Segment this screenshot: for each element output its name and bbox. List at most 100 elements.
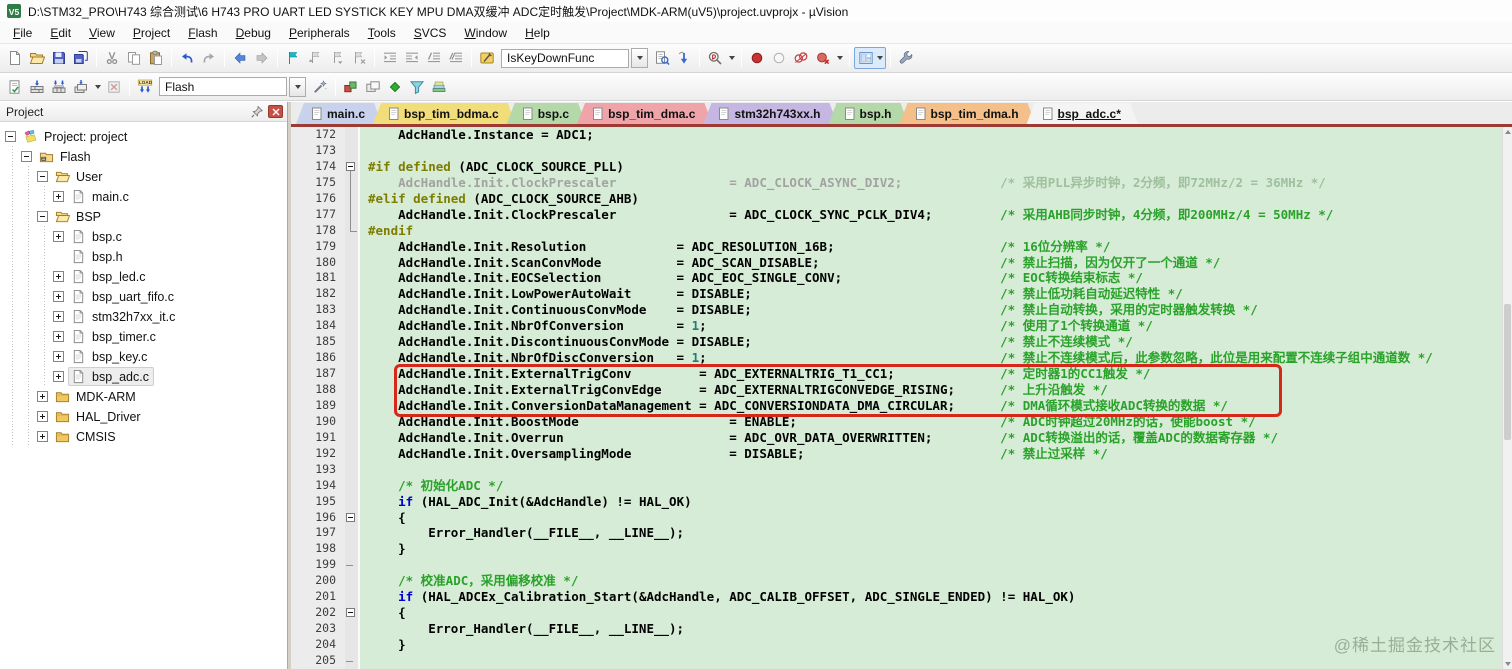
bookmark-toggle-icon[interactable]	[282, 47, 304, 69]
breakpoint-kill-all-icon[interactable]	[812, 47, 834, 69]
window-stack-icon[interactable]	[362, 76, 384, 98]
tree-item-label[interactable]: CMSIS	[76, 429, 116, 444]
editor-scrollbar[interactable]	[1502, 127, 1512, 669]
tree-item-bsp-c[interactable]: bsp.c	[0, 226, 287, 246]
tree-expander[interactable]	[37, 170, 48, 182]
search-icon[interactable]	[704, 47, 726, 69]
load-icon[interactable]: LOAD	[134, 76, 156, 98]
code-line[interactable]: 197 Error_Handler(__FILE__, __LINE__);	[291, 525, 1502, 542]
tab-stm32h743xx-h[interactable]: stm32h743xx.h	[703, 103, 837, 124]
tab-main-c[interactable]: main.c	[296, 103, 382, 124]
dropdown-caret-icon[interactable]	[726, 47, 737, 69]
save-icon[interactable]	[48, 47, 70, 69]
menu-item-peripherals[interactable]: Peripherals	[280, 23, 359, 43]
stop-build-icon[interactable]	[103, 76, 125, 98]
code-line[interactable]: 193	[291, 461, 1502, 478]
code-line[interactable]: 173	[291, 142, 1502, 159]
code-line[interactable]: 185 AdcHandle.Init.DiscontinuousConvMode…	[291, 334, 1502, 351]
breakpoint-enable-icon[interactable]	[768, 47, 790, 69]
tree-item-main-c[interactable]: main.c	[0, 186, 287, 206]
tree-item-label[interactable]: HAL_Driver	[76, 409, 141, 424]
bookmark-next-icon[interactable]	[326, 47, 348, 69]
tree-expander[interactable]	[53, 290, 64, 302]
project-diamond-icon[interactable]	[384, 76, 406, 98]
code-line[interactable]: 184 AdcHandle.Init.NbrOfConversion = 1; …	[291, 318, 1502, 335]
function-select-value[interactable]: IsKeyDownFunc	[501, 48, 629, 68]
functions-icon[interactable]	[476, 47, 498, 69]
tree-item-label[interactable]: BSP	[76, 209, 101, 224]
code-line[interactable]: 172 AdcHandle.Instance = ADC1;	[291, 127, 1502, 143]
cut-icon[interactable]	[101, 47, 123, 69]
tree-item-bsp[interactable]: BSP	[0, 206, 287, 226]
scroll-up-icon[interactable]	[1503, 127, 1512, 137]
tree-item-label[interactable]: bsp_uart_fifo.c	[92, 289, 174, 304]
dropdown-caret-icon[interactable]	[834, 47, 845, 69]
tree-expander[interactable]	[53, 230, 64, 242]
code-line[interactable]: 204 }	[291, 637, 1502, 653]
tree-expander[interactable]	[37, 410, 48, 422]
unindent-icon[interactable]	[401, 47, 423, 69]
code-line[interactable]: 200 /* 校准ADC，采用偏移校准 */	[291, 573, 1502, 590]
tree-item-stm32h7xx-it-c[interactable]: stm32h7xx_it.c	[0, 306, 287, 326]
code-line[interactable]: 196 {	[291, 509, 1502, 526]
tree-item-bsp-uart-fifo-c[interactable]: bsp_uart_fifo.c	[0, 286, 287, 306]
project-tree[interactable]: Project: project Flash User main.c BSP bsp.c b…	[0, 122, 287, 669]
target-select[interactable]: Flash	[159, 76, 306, 97]
code-line[interactable]: 199	[291, 557, 1502, 574]
code-line[interactable]: 177 AdcHandle.Init.ClockPrescaler = ADC_…	[291, 206, 1502, 223]
bookmark-clear-icon[interactable]	[348, 47, 370, 69]
options-wand-icon[interactable]	[309, 76, 331, 98]
code-line[interactable]: 194 /* 初始化ADC */	[291, 477, 1502, 494]
menu-item-edit[interactable]: Edit	[41, 23, 80, 43]
fold-margin[interactable]	[345, 605, 360, 622]
code-line[interactable]: 189 AdcHandle.Init.ConversionDataManagem…	[291, 397, 1502, 414]
open-folder-icon[interactable]	[26, 47, 48, 69]
menu-item-flash[interactable]: Flash	[179, 23, 226, 43]
copy-icon[interactable]	[123, 47, 145, 69]
tab-bsp-adc-c-[interactable]: bsp_adc.c*	[1027, 103, 1138, 124]
configure-icon[interactable]	[895, 47, 917, 69]
code-line[interactable]: 178 #endif	[291, 222, 1502, 239]
code-editor[interactable]: 172 AdcHandle.Instance = ADC1; 173 174 #if …	[291, 127, 1502, 669]
tree-item-label[interactable]: bsp.c	[92, 229, 122, 244]
tree-item-bsp-h[interactable]: bsp.h	[0, 246, 287, 266]
fold-collapse-icon[interactable]	[346, 161, 355, 171]
tab-bsp-c[interactable]: bsp.c	[507, 103, 586, 124]
tree-item-label[interactable]: Flash	[60, 149, 91, 164]
code-line[interactable]: 179 AdcHandle.Init.Resolution = ADC_RESO…	[291, 238, 1502, 255]
code-line[interactable]: 187 AdcHandle.Init.ExternalTrigConv = AD…	[291, 366, 1502, 382]
batch-build-icon[interactable]	[70, 76, 92, 98]
tree-item-bsp-timer-c[interactable]: bsp_timer.c	[0, 326, 287, 346]
bookmark-prev-icon[interactable]	[304, 47, 326, 69]
code-line[interactable]: 183 AdcHandle.Init.ContinuousConvMode = …	[291, 302, 1502, 319]
tree-item-label[interactable]: bsp_key.c	[92, 349, 147, 364]
target-select-value[interactable]: Flash	[159, 77, 287, 96]
code-line[interactable]: 192 AdcHandle.Init.OversamplingMode = DI…	[291, 445, 1502, 462]
tree-expander[interactable]	[21, 150, 32, 162]
breakpoint-icon[interactable]	[746, 47, 768, 69]
menu-item-debug[interactable]: Debug	[227, 23, 280, 43]
nav-forward-icon[interactable]	[251, 47, 273, 69]
code-line[interactable]: 181 AdcHandle.Init.EOCSelection = ADC_EO…	[291, 270, 1502, 287]
menu-item-view[interactable]: View	[80, 23, 124, 43]
tree-expander[interactable]	[5, 130, 16, 142]
tree-expander[interactable]	[53, 190, 64, 202]
paste-icon[interactable]	[145, 47, 167, 69]
fold-collapse-icon[interactable]	[346, 512, 355, 522]
tree-item-bsp-adc-c[interactable]: bsp_adc.c	[0, 366, 287, 386]
code-line[interactable]: 191 AdcHandle.Init.Overrun = ADC_OVR_DAT…	[291, 429, 1502, 446]
tree-expander[interactable]	[53, 370, 64, 382]
tree-item-user[interactable]: User	[0, 166, 287, 186]
tree-item-bsp-led-c[interactable]: bsp_led.c	[0, 266, 287, 286]
filter-funnel-icon[interactable]	[406, 76, 428, 98]
code-line[interactable]: 201 if (HAL_ADCEx_Calibration_Start(&Adc…	[291, 589, 1502, 606]
build-icon[interactable]	[26, 76, 48, 98]
menu-item-project[interactable]: Project	[124, 23, 179, 43]
code-line[interactable]: 202 {	[291, 605, 1502, 622]
comment-icon[interactable]	[423, 47, 445, 69]
tree-item-project-project[interactable]: Project: project	[0, 126, 287, 146]
tab-bsp-tim-bdma-c[interactable]: bsp_tim_bdma.c	[373, 103, 516, 124]
code-line[interactable]: 182 AdcHandle.Init.LowPowerAutoWait = DI…	[291, 286, 1502, 303]
menu-item-window[interactable]: Window	[455, 23, 516, 43]
new-file-icon[interactable]	[4, 47, 26, 69]
